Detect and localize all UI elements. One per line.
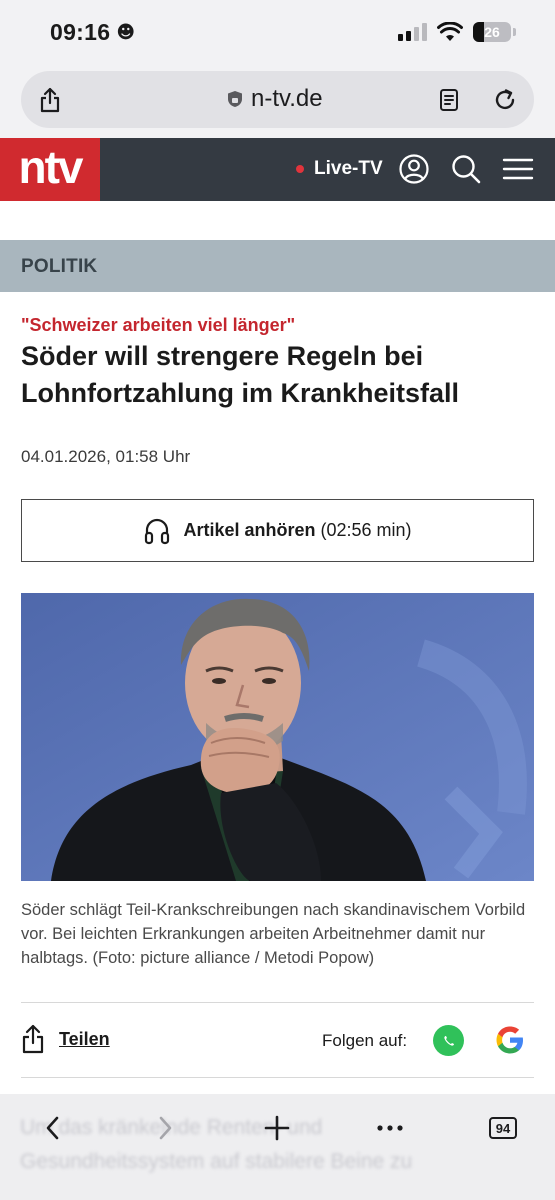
share-page-button[interactable]	[35, 85, 65, 115]
status-time: 09:16 ☻	[50, 19, 135, 46]
share-label: Teilen	[59, 1028, 110, 1049]
address-bar[interactable]: n-tv.de	[21, 71, 534, 128]
browser-address-area: n-tv.de	[0, 66, 555, 138]
status-bar: 09:16 ☻ 26	[0, 0, 555, 66]
share-icon	[22, 1024, 44, 1054]
more-button[interactable]	[372, 1110, 408, 1146]
listen-label: Artikel anhören	[183, 520, 316, 540]
wifi-icon	[437, 22, 463, 41]
battery-icon: 26	[473, 22, 516, 42]
tabs-icon: 94	[489, 1117, 517, 1139]
divider-bottom	[21, 1077, 534, 1078]
live-indicator-icon	[296, 165, 304, 173]
site-header: ntv Live-TV	[0, 138, 555, 201]
divider-top	[21, 1002, 534, 1003]
user-account-icon[interactable]	[398, 153, 430, 185]
article-date: 04.01.2026, 01:58 Uhr	[21, 447, 191, 466]
menu-icon[interactable]	[502, 153, 534, 185]
whatsapp-icon[interactable]	[433, 1025, 464, 1056]
live-tv-label: Live-TV	[314, 158, 383, 179]
cellular-signal-icon	[398, 23, 427, 41]
follow-label: Folgen auf:	[322, 1031, 408, 1050]
clock-text: 09:16	[50, 19, 111, 45]
article-photo[interactable]	[21, 593, 534, 881]
new-tab-button[interactable]	[259, 1110, 295, 1146]
url-text: n-tv.de	[251, 85, 323, 112]
reader-mode-button[interactable]	[434, 85, 464, 115]
browser-toolbar: Um das kränkelnde Renten- und Gesundheit…	[0, 1094, 555, 1200]
chevron-left-icon	[46, 1116, 59, 1140]
reload-button[interactable]	[490, 85, 520, 115]
live-tv-link[interactable]: Live-TV	[296, 158, 383, 180]
photo-caption: Söder schlägt Teil-Krankschreibungen nac…	[21, 901, 526, 967]
share-icon	[40, 87, 60, 113]
category-bar[interactable]: POLITIK	[0, 240, 555, 292]
google-icon[interactable]	[494, 1024, 526, 1056]
tabs-button[interactable]: 94	[485, 1110, 521, 1146]
chevron-right-icon	[159, 1116, 172, 1140]
shield-lock-icon	[228, 91, 242, 107]
article-headline: Söder will strengere Regeln bei Lohnfort…	[21, 341, 460, 408]
battery-level: 26	[484, 24, 500, 40]
search-icon[interactable]	[450, 153, 482, 185]
plus-icon	[264, 1115, 290, 1141]
back-button[interactable]	[34, 1110, 70, 1146]
listen-article-button[interactable]: Artikel anhören (02:56 min)	[21, 499, 534, 562]
ntv-logo[interactable]: ntv	[0, 138, 100, 201]
reader-icon	[440, 89, 458, 111]
ellipsis-icon	[377, 1125, 403, 1131]
listen-duration: (02:56 min)	[320, 520, 412, 540]
photo-illustration	[21, 593, 534, 881]
url-display[interactable]: n-tv.de	[227, 85, 323, 113]
share-row: Teilen Folgen auf:	[21, 1020, 534, 1064]
share-button[interactable]: Teilen	[21, 1024, 110, 1054]
article-kicker: "Schweizer arbeiten viel länger"	[21, 315, 296, 335]
category-label: POLITIK	[21, 256, 98, 277]
headphones-icon	[145, 518, 170, 544]
status-icons: 26	[398, 22, 516, 42]
forward-button[interactable]	[148, 1110, 184, 1146]
reload-icon	[495, 89, 515, 110]
focus-mode-icon: ☻	[116, 22, 136, 43]
obscured-article-text-2: Gesundheitssystem auf stabilere Beine zu	[20, 1150, 413, 1173]
